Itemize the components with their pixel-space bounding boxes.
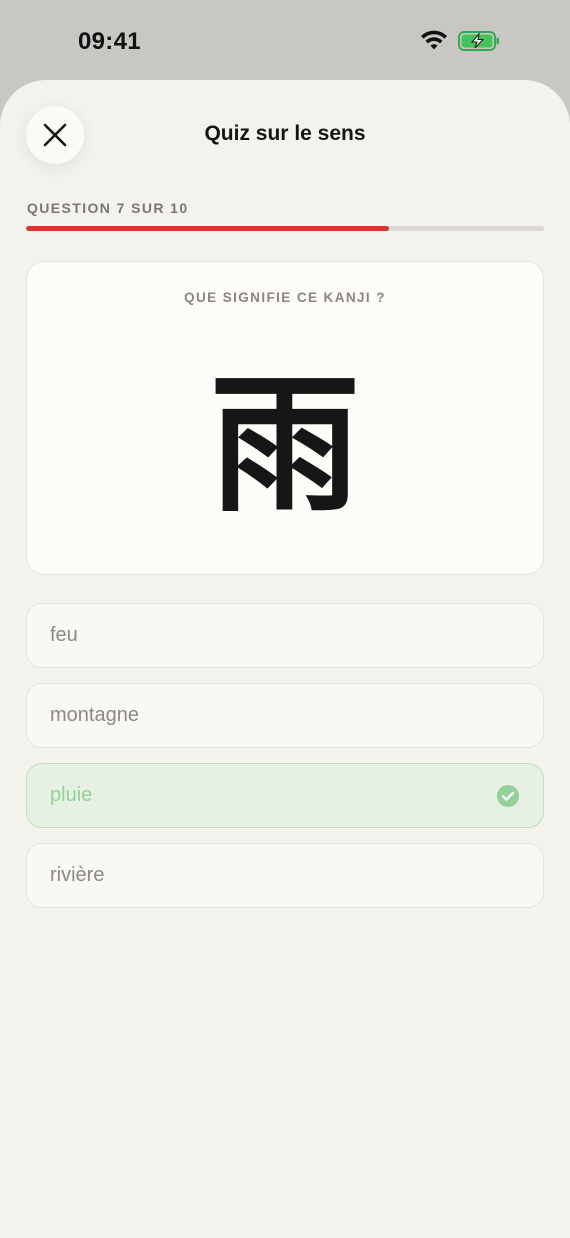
progress-label: QUESTION 7 SUR 10 xyxy=(27,200,189,216)
answer-list: feu montagne pluie rivière xyxy=(26,603,544,923)
status-bar: 09:41 xyxy=(0,0,570,82)
battery-charging-icon xyxy=(458,31,499,51)
page-title: Quiz sur le sens xyxy=(204,122,366,145)
status-time: 09:41 xyxy=(78,28,141,55)
progress-fill xyxy=(26,226,389,231)
answer-label: feu xyxy=(50,624,78,646)
answer-option-riviere[interactable]: rivière xyxy=(26,843,544,908)
answer-option-feu[interactable]: feu xyxy=(26,603,544,668)
wifi-icon xyxy=(421,30,447,50)
answer-option-pluie[interactable]: pluie xyxy=(26,763,544,828)
answer-option-montagne[interactable]: montagne xyxy=(26,683,544,748)
question-prompt: QUE SIGNIFIE CE KANJI ? xyxy=(184,290,386,305)
quiz-sheet: Quiz sur le sens QUESTION 7 SUR 10 QUE S… xyxy=(0,80,570,1238)
answer-label: montagne xyxy=(50,704,139,726)
status-icons xyxy=(420,30,500,52)
answer-label: pluie xyxy=(50,784,93,806)
kanji-card: QUE SIGNIFIE CE KANJI ? 雨 xyxy=(26,261,544,575)
check-circle-icon xyxy=(497,785,519,807)
progress-bar xyxy=(26,226,544,231)
answer-label: rivière xyxy=(50,864,105,886)
kanji-character: 雨 xyxy=(209,357,360,533)
